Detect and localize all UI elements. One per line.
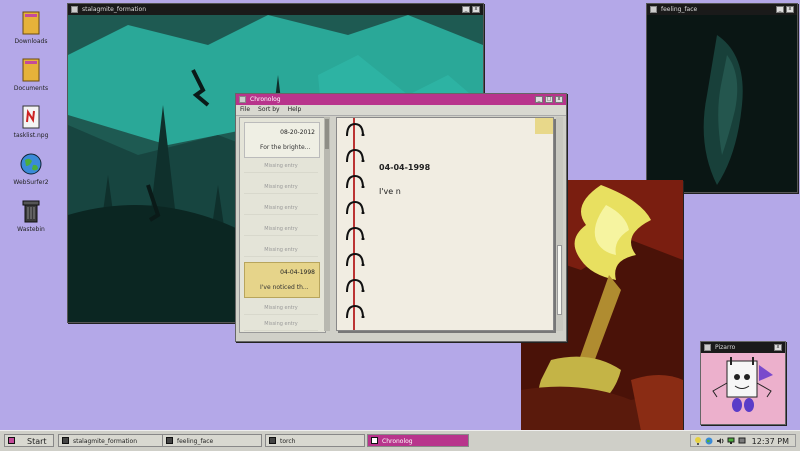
missing-entry[interactable]: Missing entry [244, 181, 318, 194]
missing-entry[interactable]: Missing entry [244, 318, 318, 331]
window-title: stalagmite_formation [82, 6, 147, 13]
missing-entry[interactable]: Missing entry [244, 202, 318, 215]
system-tray: 12:37 PM [690, 434, 796, 447]
missing-entry[interactable]: Missing entry [244, 160, 318, 173]
window-titlebar[interactable]: Chronolog _ □ x [236, 94, 566, 105]
desktop-icon-downloads[interactable]: Downloads [5, 10, 57, 45]
globe-icon [19, 151, 43, 177]
page-date: 04-04-1998 [379, 163, 431, 172]
scrollbar-thumb[interactable] [325, 119, 329, 149]
desktop-icon-label: tasklist.npg [13, 132, 49, 139]
task-label: torch [280, 438, 296, 445]
pizarro-mascot[interactable] [701, 353, 785, 424]
taskbar: Start stalagmite_formation feeling_face … [0, 430, 800, 451]
close-button[interactable]: x [774, 344, 782, 351]
entry-date: 08-20-2012 [280, 129, 315, 136]
binder-ring-icon [346, 122, 365, 136]
task-torch[interactable]: torch [265, 434, 365, 447]
notepad-icon [19, 104, 43, 130]
window-pizarro[interactable]: Pizarro x [700, 341, 786, 425]
window-title: feeling_face [661, 6, 698, 13]
window-titlebar[interactable]: stalagmite_formation _ x [68, 4, 483, 15]
scrollbar-thumb[interactable] [557, 245, 562, 315]
entry-list-scrollbar[interactable] [324, 117, 330, 331]
network-icon[interactable] [727, 437, 735, 445]
minimize-button[interactable]: _ [535, 96, 543, 103]
window-titlebar[interactable]: Pizarro x [701, 342, 785, 353]
binder-ring-icon [346, 278, 365, 292]
task-label: feeling_face [177, 438, 214, 445]
task-chronolog[interactable]: Chronolog [367, 434, 469, 447]
close-button[interactable]: x [472, 6, 480, 13]
notebook-scrollbar[interactable] [556, 117, 563, 331]
desktop-icon-label: Wastebin [17, 226, 45, 233]
entry-list: 08-20-2012 For the brighte... Missing en… [239, 117, 326, 333]
display-icon[interactable] [738, 437, 746, 445]
minimize-button[interactable]: _ [462, 6, 470, 13]
binder-ring-icon [346, 252, 365, 266]
clock[interactable]: 12:37 PM [752, 435, 789, 448]
folder-icon [19, 57, 43, 83]
page-text[interactable]: I've n [379, 187, 401, 196]
close-button[interactable]: x [555, 96, 563, 103]
window-title: Chronolog [250, 96, 281, 103]
task-stalagmite-formation[interactable]: stalagmite_formation [58, 434, 170, 447]
missing-entry[interactable]: Missing entry [244, 302, 318, 315]
task-label: Chronolog [382, 438, 413, 445]
task-feeling-face[interactable]: feeling_face [162, 434, 262, 447]
menu-help[interactable]: Help [288, 105, 302, 115]
folder-icon [19, 10, 43, 36]
window-chronolog[interactable]: Chronolog _ □ x File Sort by Help 08-20-… [235, 93, 567, 342]
image-icon [650, 6, 657, 13]
binder-ring-icon [346, 200, 365, 214]
desktop-icon-label: Documents [13, 85, 49, 92]
task-label: stalagmite_formation [73, 438, 138, 445]
window-title: Pizarro [715, 344, 736, 351]
start-logo-icon [8, 437, 15, 444]
entry-date: 04-04-1998 [280, 269, 315, 276]
entry-card-selected[interactable]: 04-04-1998 I've noticed th... [244, 262, 320, 298]
chronolog-app-icon [371, 437, 378, 444]
window-feeling-face[interactable]: feeling_face _ x [646, 3, 798, 193]
entry-card[interactable]: 08-20-2012 For the brighte... [244, 122, 320, 158]
lightbulb-icon[interactable] [694, 437, 702, 445]
start-label: Start [27, 437, 47, 446]
image-icon [71, 6, 78, 13]
desktop-icon-documents[interactable]: Documents [5, 57, 57, 92]
start-button[interactable]: Start [4, 434, 54, 447]
desktop-icon-label: Downloads [14, 38, 48, 45]
chronolog-app-icon [239, 96, 246, 103]
binder-ring-icon [346, 226, 365, 240]
maximize-button[interactable]: □ [545, 96, 553, 103]
missing-entry[interactable]: Missing entry [244, 223, 318, 236]
close-button[interactable]: x [786, 6, 794, 13]
globe-icon[interactable] [705, 437, 713, 445]
image-icon [62, 437, 69, 444]
image-icon [166, 437, 173, 444]
menu-sort-by[interactable]: Sort by [258, 105, 280, 115]
entry-preview: I've noticed th... [260, 284, 309, 291]
desktop-icon-wastebin[interactable]: Wastebin [5, 198, 57, 233]
binder-ring-icon [346, 304, 365, 318]
page-corner[interactable] [535, 118, 553, 134]
desktop-icon-websurfer2[interactable]: WebSurfer2 [5, 151, 57, 186]
feeling-face-artwork [647, 15, 797, 192]
minimize-button[interactable]: _ [776, 6, 784, 13]
volume-icon[interactable] [716, 437, 724, 445]
image-icon [269, 437, 276, 444]
desktop-icon-tasklist[interactable]: tasklist.npg [5, 104, 57, 139]
missing-entry[interactable]: Missing entry [244, 244, 318, 257]
pizarro-app-icon [704, 344, 711, 351]
trash-icon [19, 198, 43, 224]
notebook-page[interactable]: 04-04-1998 I've n [336, 117, 554, 331]
feeling-face-image [647, 15, 797, 192]
desktop-icon-label: WebSurfer2 [13, 179, 49, 186]
entry-preview: For the brighte... [260, 144, 311, 151]
menu-file[interactable]: File [240, 105, 250, 115]
binder-ring-icon [346, 148, 365, 162]
window-titlebar[interactable]: feeling_face _ x [647, 4, 797, 15]
menubar: File Sort by Help [236, 105, 566, 116]
calendar-mascot-icon [701, 353, 785, 424]
binder-ring-icon [346, 174, 365, 188]
